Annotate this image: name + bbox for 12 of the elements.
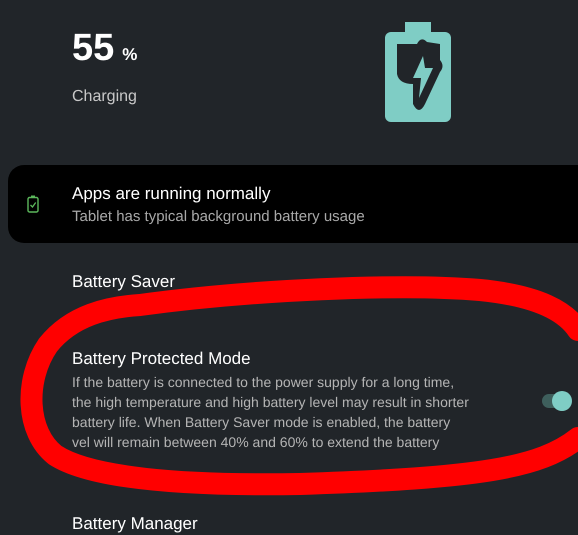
setting-title: Battery Saver	[72, 272, 176, 292]
toggle-switch[interactable]	[540, 390, 572, 410]
battery-percent: 55	[72, 28, 114, 68]
setting-title: Battery Protected Mode	[72, 349, 252, 369]
charging-status: Charging	[72, 88, 138, 106]
percent-unit: %	[122, 45, 138, 65]
status-subtitle: Tablet has typical background battery usage	[72, 208, 365, 224]
battery-check-icon	[27, 195, 39, 213]
setting-description: If the battery is connected to the power supply for a long time, the high temperature and high battery level may result in shorter battery life. When Battery Saver mode is enabled, the battery vel will remain between 40% and 60% to extend the battery	[72, 373, 470, 452]
charging-battery-icon	[385, 22, 451, 122]
setting-title: Battery Manager	[72, 514, 199, 534]
status-title: Apps are running normally	[72, 184, 272, 204]
